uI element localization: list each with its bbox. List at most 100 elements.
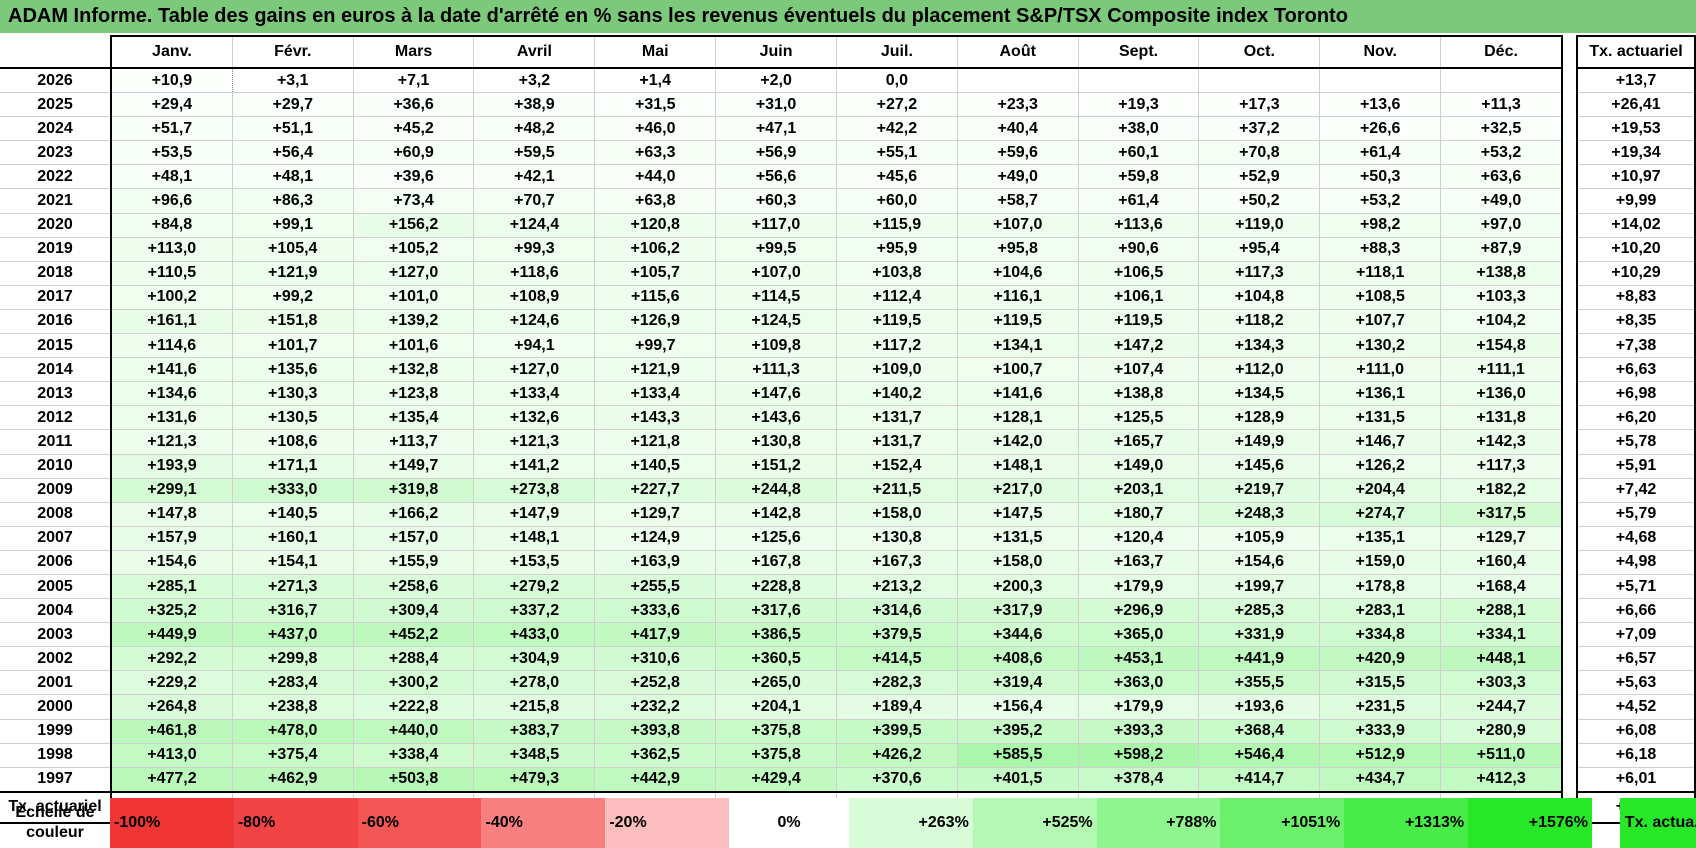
- gain-cell: +113,7: [353, 429, 475, 455]
- gain-cell: +141,6: [111, 357, 233, 383]
- actuarial-cell: +4,68: [1576, 526, 1696, 551]
- gain-cell: +59,8: [1078, 164, 1200, 190]
- gain-cell: +414,7: [1198, 767, 1321, 793]
- year-cell: 2016: [0, 309, 112, 335]
- gain-cell: +165,7: [1078, 429, 1200, 455]
- gain-cell: +154,8: [1440, 333, 1563, 359]
- gain-cell: +134,5: [1198, 381, 1321, 407]
- color-scale-step: 0%: [729, 798, 849, 848]
- actuarial-row: +6,01: [1576, 767, 1696, 793]
- gain-cell: +27,2: [836, 92, 958, 118]
- gain-cell: +317,9: [957, 598, 1079, 624]
- gain-cell: [1440, 68, 1563, 94]
- gain-cell: +203,1: [1078, 478, 1200, 503]
- gain-cell: +61,4: [1078, 188, 1200, 214]
- gain-cell: +56,9: [715, 140, 837, 166]
- gain-cell: +117,0: [715, 213, 837, 238]
- gain-cell: +128,1: [957, 405, 1079, 431]
- table-row: 2024 +51,7 +51,1 +45,2 +48,2 +46,0 +47,1 +42,2 +…: [0, 116, 1563, 142]
- month-header: Août: [957, 35, 1079, 69]
- gain-cell: +53,5: [111, 140, 233, 166]
- table-row: 2017 +100,2 +99,2 +101,0 +108,9 +115,6 +114,5 +…: [0, 285, 1563, 310]
- actuarial-cell: +5,78: [1576, 429, 1696, 455]
- gain-cell: +255,5: [594, 574, 717, 600]
- gain-cell: +119,0: [1198, 213, 1321, 238]
- actuarial-row: +5,78: [1576, 429, 1696, 455]
- color-scale-legend: Echelle de couleur -100% -80% -60% -40% -20% 0…: [0, 798, 1696, 848]
- gain-cell: +477,2: [111, 767, 233, 793]
- gain-cell: +119,5: [957, 309, 1079, 335]
- gain-cell: +53,2: [1440, 140, 1563, 166]
- gain-cell: +99,2: [232, 285, 354, 310]
- color-scale-spacer: [1592, 798, 1620, 848]
- gain-cell: +134,6: [111, 381, 233, 407]
- gain-cell: +546,4: [1198, 743, 1321, 768]
- month-header: Févr.: [232, 35, 354, 69]
- gain-cell: +129,7: [594, 502, 717, 527]
- gain-cell: +158,0: [957, 550, 1079, 575]
- gain-cell: +178,8: [1319, 574, 1442, 600]
- gain-cell: +53,2: [1319, 188, 1442, 214]
- actuarial-cell: +10,97: [1576, 164, 1696, 190]
- gain-cell: +155,9: [353, 550, 475, 575]
- gain-cell: +417,9: [594, 622, 717, 648]
- gain-cell: +167,8: [715, 550, 837, 575]
- actuarial-row: +5,63: [1576, 670, 1696, 696]
- actuarial-cell: +4,98: [1576, 550, 1696, 575]
- year-cell: 2017: [0, 285, 112, 310]
- gain-cell: +31,5: [594, 92, 717, 118]
- gain-cell: +232,2: [594, 694, 717, 720]
- gain-cell: +131,8: [1440, 405, 1563, 431]
- gain-cell: +128,9: [1198, 405, 1321, 431]
- gain-cell: +48,1: [111, 164, 233, 190]
- gain-cell: +37,2: [1198, 116, 1321, 142]
- actuarial-row: +6,18: [1576, 743, 1696, 768]
- gain-cell: +325,2: [111, 598, 233, 624]
- gain-cell: +317,6: [715, 598, 837, 624]
- actuarial-cell: +5,71: [1576, 574, 1696, 600]
- gain-cell: +119,5: [836, 309, 958, 335]
- gain-cell: +449,9: [111, 622, 233, 648]
- gain-cell: +163,7: [1078, 550, 1200, 575]
- gain-cell: +304,9: [473, 646, 596, 672]
- gain-cell: +42,2: [836, 116, 958, 142]
- gain-cell: +130,3: [232, 381, 354, 407]
- gain-cell: +142,8: [715, 502, 837, 527]
- actuarial-cell: +19,53: [1576, 116, 1696, 142]
- gain-cell: +111,1: [1440, 357, 1563, 383]
- gain-cell: +131,6: [111, 405, 233, 431]
- gain-cell: +134,1: [957, 333, 1079, 359]
- gain-cell: +138,8: [1078, 381, 1200, 407]
- gain-cell: +393,8: [594, 719, 717, 744]
- year-cell: 1998: [0, 743, 112, 768]
- gain-cell: +46,0: [594, 116, 717, 142]
- year-cell: 2014: [0, 357, 112, 383]
- gain-cell: +56,6: [715, 164, 837, 190]
- gain-cell: +399,5: [836, 719, 958, 744]
- gain-cell: +131,5: [957, 526, 1079, 551]
- gain-cell: +3,2: [473, 68, 596, 94]
- gain-cell: +109,8: [715, 333, 837, 359]
- gain-cell: +59,6: [957, 140, 1079, 166]
- gain-cell: +189,4: [836, 694, 958, 720]
- color-scale-step: +788%: [1096, 798, 1221, 848]
- gain-cell: +70,8: [1198, 140, 1321, 166]
- gain-cell: +139,2: [353, 309, 475, 335]
- gain-cell: +462,9: [232, 767, 354, 793]
- header-corner: [0, 36, 112, 69]
- gain-cell: [957, 68, 1079, 94]
- year-cell: 2023: [0, 140, 112, 166]
- gain-cell: +375,8: [715, 719, 837, 744]
- month-header: Avril: [473, 35, 596, 69]
- actuarial-row: +13,7: [1576, 68, 1696, 94]
- gain-cell: +48,2: [473, 116, 596, 142]
- gain-cell: +60,0: [836, 188, 958, 214]
- month-header: Juil.: [836, 35, 958, 69]
- color-scale-step: -40%: [481, 798, 606, 848]
- gain-cell: +317,5: [1440, 502, 1563, 527]
- gain-cell: +146,7: [1319, 429, 1442, 455]
- table-row: 2011 +121,3 +108,6 +113,7 +121,3 +121,8 +130,8…: [0, 429, 1563, 455]
- actuarial-row: +7,42: [1576, 478, 1696, 503]
- gain-cell: +45,2: [353, 116, 475, 142]
- gain-cell: +101,7: [232, 333, 354, 359]
